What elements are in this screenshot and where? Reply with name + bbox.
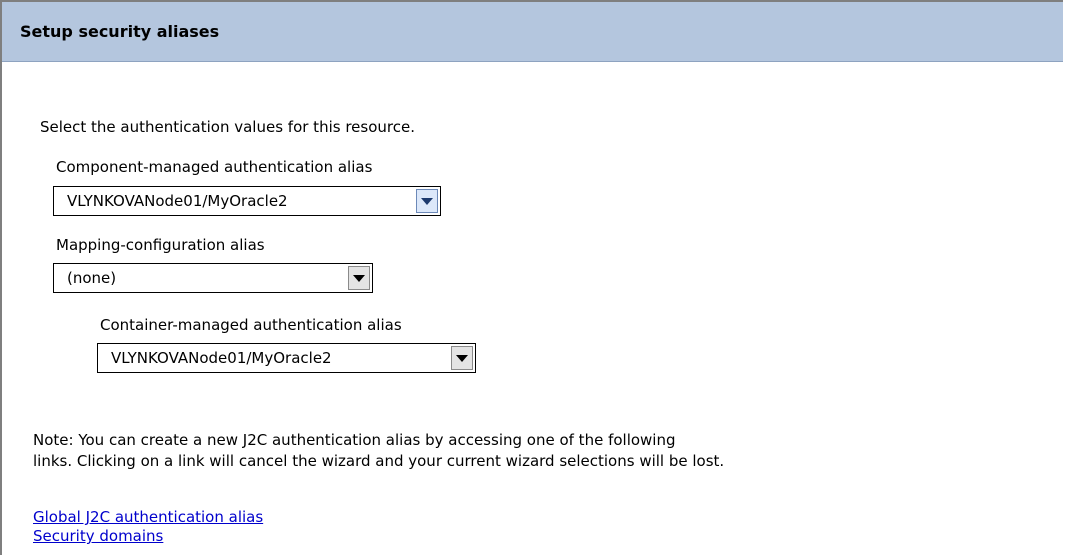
container-alias-label: Container-managed authentication alias xyxy=(100,316,402,334)
panel-header: Setup security aliases xyxy=(2,2,1063,62)
chevron-down-icon[interactable] xyxy=(416,189,438,213)
component-alias-value: VLYNKOVANode01/MyOracle2 xyxy=(67,192,288,210)
component-alias-select[interactable]: VLYNKOVANode01/MyOracle2 xyxy=(53,186,441,216)
container-alias-select[interactable]: VLYNKOVANode01/MyOracle2 xyxy=(97,343,476,373)
chevron-down-icon[interactable] xyxy=(451,346,473,370)
mapping-alias-label: Mapping-configuration alias xyxy=(56,236,265,254)
page-title: Setup security aliases xyxy=(20,22,220,41)
note-text-line2: links. Clicking on a link will cancel th… xyxy=(33,452,725,470)
intro-text: Select the authentication values for thi… xyxy=(40,118,415,136)
mapping-alias-value: (none) xyxy=(67,269,117,287)
note-text-line1: Note: You can create a new J2C authentic… xyxy=(33,431,676,449)
component-alias-label: Component-managed authentication alias xyxy=(56,158,373,176)
global-j2c-link[interactable]: Global J2C authentication alias xyxy=(33,508,263,526)
mapping-alias-select[interactable]: (none) xyxy=(53,263,373,293)
chevron-down-icon[interactable] xyxy=(348,266,370,290)
container-alias-value: VLYNKOVANode01/MyOracle2 xyxy=(111,349,332,367)
security-domains-link[interactable]: Security domains xyxy=(33,527,163,545)
